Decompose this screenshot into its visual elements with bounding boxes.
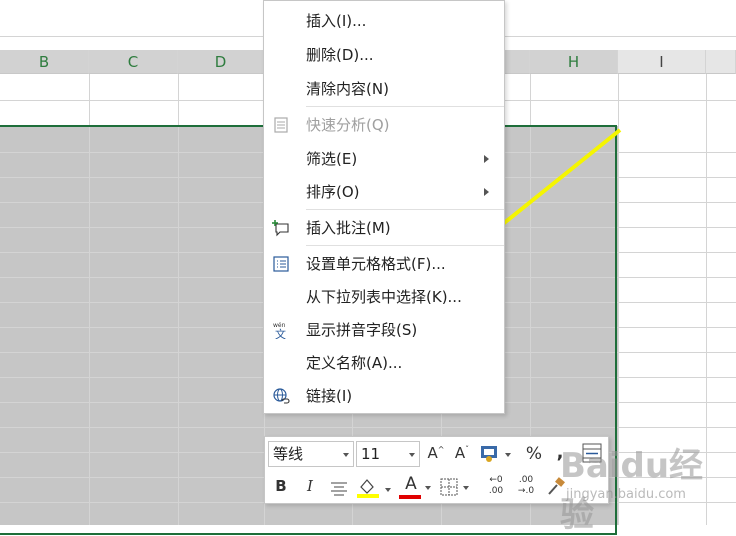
menu-item-label: 筛选(E) <box>306 150 358 168</box>
accounting-format-icon[interactable] <box>479 444 515 464</box>
menu-separator <box>306 106 504 107</box>
decrease-decimal-bottom: →.0 <box>517 486 535 496</box>
chevron-down-icon <box>409 453 415 457</box>
bold-label: B <box>275 477 287 495</box>
decrease-decimal-top: .00 <box>518 475 534 485</box>
phonetic-icon: wén 文 <box>273 322 286 339</box>
quick-analysis-icon <box>274 117 288 133</box>
menu-item-quick-analysis: 快速分析(Q) <box>264 109 504 142</box>
grow-font-label: A <box>427 444 438 462</box>
svg-text:文: 文 <box>275 327 286 339</box>
format-cells-icon <box>273 256 289 272</box>
menu-item-show-phonetic[interactable]: wén 文 显示拼音字段(S) <box>264 314 504 347</box>
borders-icon[interactable] <box>439 477 475 499</box>
menu-item-label: 从下拉列表中选择(K)... <box>306 288 462 306</box>
font-color-button[interactable]: A <box>401 474 421 494</box>
decrease-decimal-button[interactable]: .00 →.0 <box>511 475 541 497</box>
menu-item-clear-contents[interactable]: 清除内容(N) <box>264 73 504 106</box>
context-menu: 插入(I)... 删除(D)... 清除内容(N) 快速分析(Q) 筛选(E) … <box>263 0 505 414</box>
menu-item-define-name[interactable]: 定义名称(A)... <box>264 347 504 380</box>
grow-font-button[interactable]: A^ <box>427 444 445 462</box>
menu-item-label: 排序(O) <box>306 183 360 201</box>
menu-item-sort[interactable]: 排序(O) <box>264 176 504 209</box>
font-size-select[interactable]: 11 <box>356 441 420 467</box>
menu-item-pick-from-dropdown[interactable]: 从下拉列表中选择(K)... <box>264 281 504 314</box>
menu-item-format-cells[interactable]: 设置单元格格式(F)... <box>264 248 504 281</box>
menu-item-insert-comment[interactable]: 插入批注(M) <box>264 212 504 245</box>
menu-item-label: 定义名称(A)... <box>306 354 403 372</box>
menu-item-label: 删除(D)... <box>306 46 374 64</box>
font-size-value: 11 <box>361 445 381 463</box>
menu-item-link[interactable]: 链接(I) <box>264 380 504 413</box>
menu-item-label: 快速分析(Q) <box>306 116 390 134</box>
menu-separator <box>306 245 504 246</box>
italic-label: I <box>307 477 313 495</box>
menu-item-label: 清除内容(N) <box>306 80 389 98</box>
chevron-down-icon <box>343 453 349 457</box>
submenu-arrow-icon <box>484 155 489 163</box>
font-color-swatch <box>399 495 421 499</box>
menu-separator <box>306 209 504 210</box>
font-name-select[interactable]: 等线 <box>268 441 354 467</box>
shrink-font-button[interactable]: Aˇ <box>453 444 471 462</box>
italic-button[interactable]: I <box>301 477 319 495</box>
center-align-icon[interactable] <box>329 479 349 497</box>
menu-item-filter[interactable]: 筛选(E) <box>264 143 504 176</box>
font-name-value: 等线 <box>273 445 304 463</box>
increase-decimal-bottom: .00 <box>488 486 504 496</box>
insert-comment-icon <box>272 220 289 237</box>
percent-style-button[interactable]: % <box>523 444 545 464</box>
increase-decimal-button[interactable]: ←0 .00 <box>481 475 511 497</box>
fill-color-icon[interactable] <box>355 475 395 501</box>
menu-item-label: 插入(I)... <box>306 12 367 30</box>
mini-toolbar: 等线 11 A^ Aˇ % , B I A ←0 .00 .00 →.0 <box>264 436 609 504</box>
menu-item-label: 设置单元格格式(F)... <box>306 255 446 273</box>
chevron-down-icon <box>425 486 431 490</box>
increase-decimal-top: ←0 <box>489 475 503 485</box>
percent-label: % <box>525 444 543 464</box>
link-icon <box>273 388 290 404</box>
font-color-label: A <box>405 474 417 494</box>
menu-item-delete[interactable]: 删除(D)... <box>264 39 504 72</box>
shrink-font-label: A <box>454 444 466 462</box>
menu-item-label: 显示拼音字段(S) <box>306 321 418 339</box>
submenu-arrow-icon <box>484 188 489 196</box>
menu-item-insert[interactable]: 插入(I)... <box>264 5 504 38</box>
bold-button[interactable]: B <box>272 477 290 495</box>
menu-item-label: 链接(I) <box>306 387 353 405</box>
menu-item-label: 插入批注(M) <box>306 219 391 237</box>
watermark-url: jingyan.baidu.com <box>566 487 686 502</box>
